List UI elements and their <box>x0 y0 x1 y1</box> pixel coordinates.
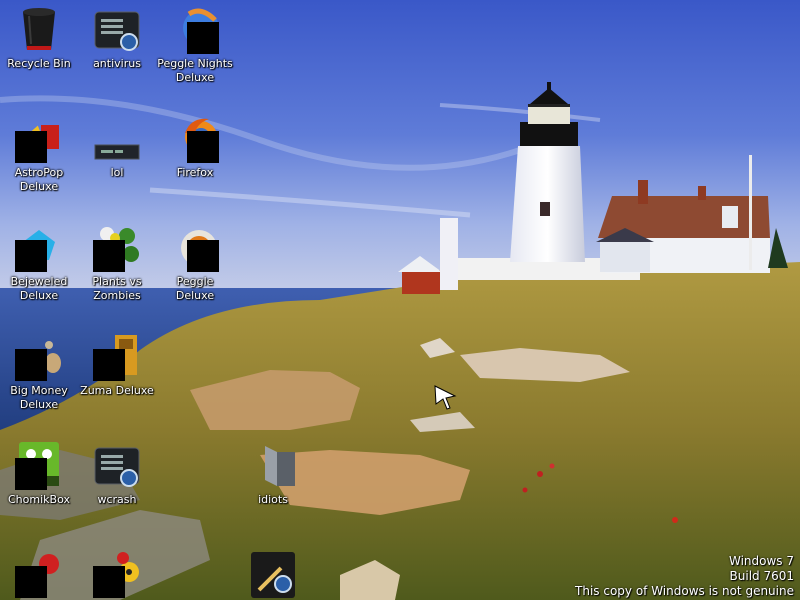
plants-vs-zombies-label: Plants vs Zombies <box>92 275 142 302</box>
recycle-bin-icon <box>15 6 63 54</box>
desktop-icon-recycle-bin[interactable]: Recycle Bin <box>0 6 78 71</box>
redacted-box <box>15 458 47 490</box>
redacted-box <box>187 240 219 272</box>
watermark-line-2: Build 7601 <box>729 569 794 583</box>
big-money-label: Big Money Deluxe <box>10 384 68 411</box>
lol-label: lol <box>110 166 124 179</box>
chomikbox-icon <box>15 442 63 490</box>
antivirus-icon <box>93 6 141 54</box>
chomikbox-label: ChomikBox <box>8 493 70 506</box>
desktop-icon-big-money[interactable]: Big Money Deluxe <box>0 333 78 412</box>
bejeweled-label: Bejeweled Deluxe <box>10 275 68 302</box>
redacted-box <box>15 349 47 381</box>
peggle-deluxe-label: Peggle Deluxe <box>175 275 215 302</box>
bejeweled-icon <box>15 224 63 272</box>
astropop-label: AstroPop Deluxe <box>14 166 64 193</box>
astropop-icon <box>15 115 63 163</box>
lol-icon <box>93 115 141 163</box>
desktop-icon-astropop[interactable]: AstroPop Deluxe <box>0 115 78 194</box>
redacted-box <box>15 131 47 163</box>
desktop-icon-peggle-nights[interactable]: Peggle Nights Deluxe <box>156 6 234 85</box>
desktop-icon-plants-vs-zombies[interactable]: Plants vs Zombies <box>78 224 156 303</box>
desktop-icon-wcrash[interactable]: wcrash <box>78 442 156 507</box>
desktop-icon-idiots[interactable]: idiots <box>234 442 312 507</box>
desktop-icon-antivirus[interactable]: antivirus <box>78 6 156 71</box>
wcrash-label: wcrash <box>97 493 137 506</box>
recycle-bin-label: Recycle Bin <box>7 57 71 70</box>
desktop-icon-zuma-deluxe[interactable]: Zuma Deluxe <box>78 333 156 398</box>
desktop-icon-unlabeled-2[interactable] <box>78 550 156 600</box>
redacted-box <box>187 22 219 54</box>
zuma-deluxe-icon <box>93 333 141 381</box>
game-icon <box>15 550 63 598</box>
redacted-box <box>15 240 47 272</box>
peggle-deluxe-icon <box>171 224 219 272</box>
redacted-box <box>93 349 125 381</box>
desktop-icon-lol[interactable]: lol <box>78 115 156 180</box>
redacted-box <box>93 566 125 598</box>
watermark-line-1: Windows 7 <box>728 554 794 568</box>
plants-vs-zombies-icon <box>93 224 141 272</box>
desktop-icon-bejeweled[interactable]: Bejeweled Deluxe <box>0 224 78 303</box>
mouse-cursor-icon <box>434 385 457 410</box>
peggle-nights-label: Peggle Nights Deluxe <box>157 57 233 84</box>
redacted-box <box>93 240 125 272</box>
game-icon <box>93 550 141 598</box>
big-money-icon <box>15 333 63 381</box>
desktop[interactable]: Recycle Bin antivirus Peggle Nights Delu… <box>0 0 800 600</box>
redacted-box <box>15 566 47 598</box>
tool-icon <box>249 550 297 598</box>
zuma-deluxe-label: Zuma Deluxe <box>80 384 154 397</box>
firefox-label: Firefox <box>176 166 214 179</box>
desktop-icon-firefox[interactable]: Firefox <box>156 115 234 180</box>
idiots-label: idiots <box>258 493 288 506</box>
wcrash-icon <box>93 442 141 490</box>
peggle-nights-icon <box>171 6 221 54</box>
redacted-box <box>187 131 219 163</box>
watermark-line-3: This copy of Windows is not genuine <box>575 584 794 598</box>
antivirus-label: antivirus <box>93 57 141 70</box>
desktop-icon-unlabeled-3[interactable] <box>234 550 312 600</box>
desktop-icon-unlabeled-1[interactable] <box>0 550 78 600</box>
firefox-icon <box>171 115 219 163</box>
desktop-icon-peggle-deluxe[interactable]: Peggle Deluxe <box>156 224 234 303</box>
folder-icon <box>249 442 297 490</box>
windows-watermark: Windows 7 Build 7601 This copy of Window… <box>575 554 794 599</box>
desktop-icon-chomikbox[interactable]: ChomikBox <box>0 442 78 507</box>
